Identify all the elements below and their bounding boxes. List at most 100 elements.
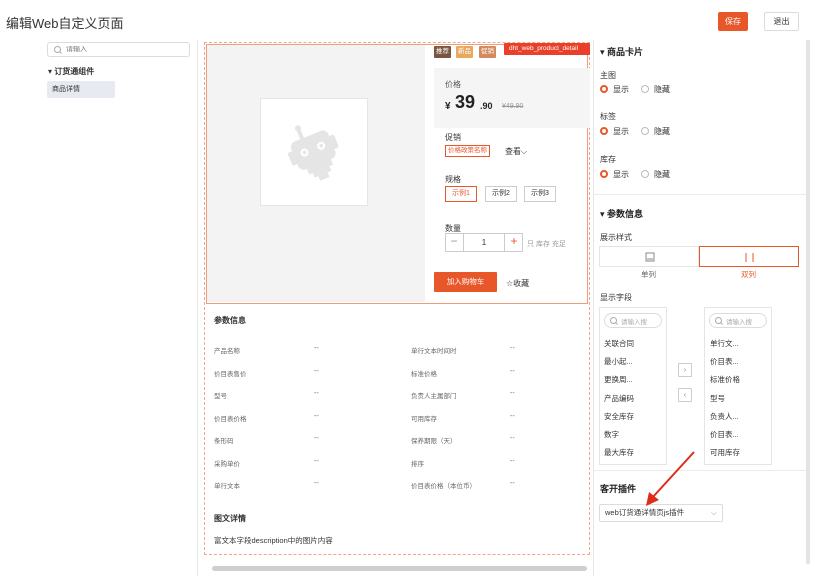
main-image-show-label: 显示: [613, 85, 629, 94]
param-name: 单行文本时间时: [411, 348, 457, 355]
available-field-item[interactable]: 产品编码: [604, 393, 634, 404]
section-product-card-label: 商品卡片: [607, 47, 644, 57]
scrollbar-thumb[interactable]: [212, 566, 587, 571]
selected-field-item[interactable]: 单行文...: [710, 338, 739, 349]
quantity-value[interactable]: 1: [464, 233, 504, 252]
detail-title: 图文详情: [214, 514, 246, 523]
quantity-plus-button[interactable]: +: [504, 233, 523, 252]
param-value: --: [510, 367, 515, 375]
chevron-down-icon: ⌵: [711, 508, 717, 517]
promotion-view-link[interactable]: 查看⌵: [505, 146, 527, 157]
price-integer: 39: [455, 92, 476, 112]
param-name: 排序: [411, 460, 424, 468]
properties-scrollbar[interactable]: [806, 40, 810, 564]
component-search[interactable]: [47, 42, 190, 57]
display-style-label: 展示样式: [600, 233, 632, 242]
available-field-item[interactable]: 关联合同: [604, 338, 634, 349]
double-column-label: 双列: [741, 270, 756, 279]
layout-single-column-option[interactable]: [599, 246, 699, 267]
component-group-label: 订货通组件: [54, 67, 95, 76]
tag-show-radio[interactable]: [600, 127, 608, 135]
save-button[interactable]: 保存: [718, 12, 748, 31]
available-fields-list: [599, 307, 667, 465]
selected-fields-search[interactable]: 请输入搜: [709, 313, 767, 328]
selected-field-item[interactable]: 价目表...: [710, 429, 739, 440]
section-params[interactable]: ▾ 参数信息: [600, 207, 643, 220]
tag-recommend: 推荐: [434, 46, 451, 58]
stock-show-radio[interactable]: [600, 170, 608, 178]
component-item-product-detail[interactable]: 商品详情: [47, 81, 115, 98]
move-left-button[interactable]: ‹: [678, 388, 692, 402]
param-value: --: [510, 435, 515, 442]
param-value: --: [314, 457, 319, 465]
component-group-header[interactable]: ▾ 订货通组件: [48, 66, 94, 77]
param-value: --: [314, 367, 319, 375]
available-field-item[interactable]: 安全库存: [604, 411, 634, 422]
robot-placeholder-icon: [288, 125, 339, 181]
main-image-show-radio[interactable]: [600, 85, 608, 93]
section-params-label: 参数信息: [607, 209, 644, 219]
param-value: --: [314, 390, 319, 397]
spec-option-3[interactable]: 示例3: [524, 186, 556, 202]
move-right-button[interactable]: ›: [678, 363, 692, 377]
double-column-icon: [745, 253, 754, 262]
exit-button[interactable]: 退出: [764, 12, 799, 31]
stock-hide-radio[interactable]: [641, 170, 649, 178]
param-name: 标准价格: [411, 370, 437, 378]
param-value: --: [510, 390, 515, 397]
param-name: 条形码: [214, 438, 234, 445]
spec-option-1[interactable]: 示例1: [445, 186, 477, 202]
param-value: --: [510, 412, 515, 420]
chevron-down-icon: ⌵: [521, 147, 528, 156]
tag-show-label: 显示: [613, 127, 629, 136]
selected-field-item[interactable]: 负责人...: [710, 411, 739, 422]
component-panel: ▾ 订货通组件 商品详情: [40, 40, 198, 576]
param-value: --: [510, 457, 515, 465]
available-field-item[interactable]: 更换周...: [604, 374, 633, 385]
quantity-minus-button[interactable]: −: [445, 233, 464, 252]
tag-hide-radio[interactable]: [641, 127, 649, 135]
available-field-item[interactable]: 最小起...: [604, 356, 633, 367]
spec-label: 规格: [445, 175, 461, 184]
header: 编辑Web自定义页面 保存 退出: [0, 0, 830, 40]
tag-new: 新品: [456, 46, 473, 58]
layout-double-column-option[interactable]: [699, 246, 799, 267]
param-name: 采购单价: [214, 460, 240, 468]
available-fields-search[interactable]: 请输入搜: [604, 313, 662, 328]
available-field-item[interactable]: 数字: [604, 429, 619, 440]
original-price: ¥49.90: [502, 103, 524, 110]
stock-status: 只 库存 充足: [527, 241, 566, 248]
selected-field-item[interactable]: 标准价格: [710, 374, 740, 385]
stock-hide-label: 隐藏: [654, 170, 670, 179]
main-image-hide-radio[interactable]: [641, 85, 649, 93]
available-fields-search-placeholder: 请输入搜: [621, 318, 647, 326]
param-value: --: [314, 345, 319, 352]
spec-option-2[interactable]: 示例2: [485, 186, 517, 202]
selected-fields-search-placeholder: 请输入搜: [726, 318, 752, 326]
param-name: 价目表售价: [214, 370, 247, 378]
param-name: 产品名称: [214, 348, 240, 355]
favorite-button[interactable]: ☆收藏: [506, 278, 529, 289]
param-value: --: [314, 480, 319, 487]
search-icon: [54, 45, 62, 54]
selected-field-item[interactable]: 型号: [710, 393, 725, 404]
selected-field-item[interactable]: 可用库存: [710, 447, 740, 458]
price-label: 价格: [445, 80, 461, 89]
tag-label: 标签: [600, 112, 616, 121]
annotation-arrow: [646, 451, 695, 506]
divider: [594, 194, 806, 195]
available-field-item[interactable]: 最大库存: [604, 447, 634, 458]
search-icon: [715, 316, 723, 325]
section-product-card[interactable]: ▾ 商品卡片: [600, 45, 643, 58]
component-search-input[interactable]: [66, 46, 176, 53]
selected-field-item[interactable]: 价目表...: [710, 356, 739, 367]
add-to-cart-button[interactable]: 加入购物车: [434, 272, 497, 292]
stock-show-label: 显示: [613, 170, 629, 179]
param-value: --: [510, 345, 515, 352]
selected-fields-list: [704, 307, 772, 465]
params-title: 参数信息: [214, 316, 246, 325]
param-name: 保养期限（天）: [411, 438, 457, 445]
single-column-icon: [645, 252, 655, 262]
promotion-tag: 价格政策名称: [445, 145, 490, 157]
stock-label: 库存: [600, 155, 616, 164]
